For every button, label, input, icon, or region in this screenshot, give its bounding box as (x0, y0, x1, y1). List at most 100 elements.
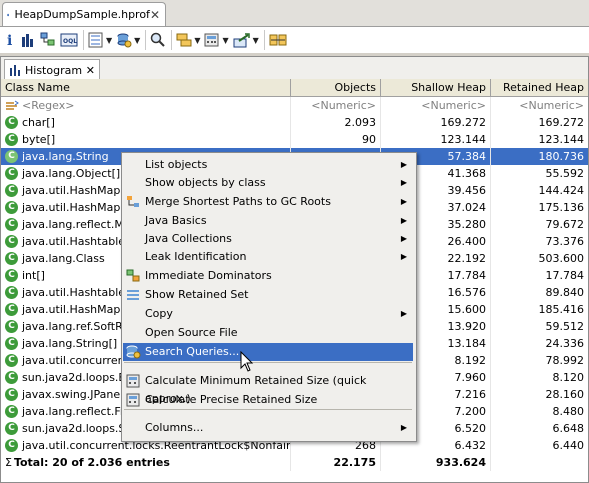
oql-button[interactable]: OQL (60, 30, 78, 50)
chevron-down-icon[interactable]: ▼ (134, 36, 140, 45)
retained-heap-cell: 89.840 (491, 284, 588, 301)
menu-item-java-basics[interactable]: Java Basics ▶ (123, 212, 413, 230)
class-name-cell-text: java.util.Hashtable$ (22, 235, 133, 248)
menu-item-calculate-minimum-retained-size-quick-approx[interactable]: Calculate Minimum Retained Size (quick a… (123, 372, 413, 405)
menu-item-list-objects[interactable]: List objects ▶ (123, 156, 413, 174)
menu-item-search-queries[interactable]: Search Queries... (123, 343, 413, 361)
toolbar-separator (83, 30, 84, 50)
retained-heap-cell-text: 123.144 (538, 133, 585, 146)
column-header-shallow-heap[interactable]: Shallow Heap (381, 79, 491, 96)
dominator-tree-button[interactable] (40, 30, 56, 50)
close-icon[interactable]: ✕ (86, 64, 95, 77)
retained-heap-cell: 59.512 (491, 318, 588, 335)
total-label-cell-text: Total: 20 of 2.036 entries (13, 456, 170, 469)
retained-heap-cell: 123.144 (491, 131, 588, 148)
menu-item-show-retained-set[interactable]: Show Retained Set (123, 286, 413, 304)
submenu-arrow-icon: ▶ (400, 309, 407, 318)
total-objects-cell-text: 22.175 (333, 456, 376, 469)
total-shallow-cell-text: 933.624 (435, 456, 486, 469)
class-name-cell: Cchar[] (1, 114, 291, 131)
shallow-heap-cell: 123.144 (381, 131, 491, 148)
total-shallow-cell: 933.624 (381, 454, 491, 471)
menu-item-open-source-file[interactable]: Open Source File (123, 324, 413, 342)
table-row[interactable]: Cchar[] 2.093 169.272 169.272 (1, 114, 588, 131)
shallow-heap-cell-text: 7.960 (454, 371, 487, 384)
calculator-icon (126, 393, 140, 407)
regex-filter-cell-text: <Regex> (22, 99, 75, 112)
column-header-class-name[interactable]: Class Name (1, 79, 291, 96)
svg-text:i: i (7, 33, 12, 48)
menu-item-label: Columns... (145, 421, 204, 434)
menu-item-copy[interactable]: Copy ▶ (123, 305, 413, 323)
retained-heap-cell-text: 8.480 (552, 405, 585, 418)
shallow-heap-cell-text: 7.200 (454, 405, 487, 418)
retained-heap-cell: 144.424 (491, 182, 588, 199)
chevron-down-icon[interactable]: ▼ (194, 36, 200, 45)
query-browser-icon (126, 345, 141, 359)
menu-item-immediate-dominators[interactable]: Immediate Dominators (123, 267, 413, 285)
submenu-arrow-icon: ▶ (400, 160, 407, 169)
retained-heap-cell: 185.416 (491, 301, 588, 318)
table-header: Class Name Objects Shallow Heap Retained… (1, 79, 588, 97)
menu-item-label: List objects (145, 158, 208, 171)
export-button[interactable]: ▼ (233, 30, 259, 50)
chevron-down-icon[interactable]: ▼ (222, 36, 228, 45)
editor-tab-heapdump[interactable]: HeapDumpSample.hprof ✕ (2, 2, 166, 26)
tab-histogram[interactable]: Histogram ✕ (4, 59, 100, 80)
retained-heap-cell-text: 89.840 (545, 286, 585, 299)
retained-heap-cell-text: 144.424 (538, 184, 585, 197)
compare-button[interactable] (269, 30, 287, 50)
retained-heap-cell-text: 185.416 (538, 303, 585, 316)
class-icon: C (5, 387, 18, 401)
calculator-icon (126, 374, 140, 388)
shallow-heap-cell-text: 15.600 (447, 303, 487, 316)
retained-heap-cell-text: 78.992 (545, 354, 585, 367)
class-name-cell-text: java.lang.Object[] (22, 167, 121, 180)
histogram-icon (10, 65, 20, 76)
menu-item-show-objects-by-class[interactable]: Show objects by class ▶ (123, 174, 413, 192)
menu-item-java-collections[interactable]: Java Collections ▶ (123, 230, 413, 248)
calculate-retained-button[interactable]: ▼ (204, 30, 229, 50)
retained-heap-cell-text: 6.440 (552, 439, 585, 452)
menu-item-leak-identification[interactable]: Leak Identification ▶ (123, 248, 413, 266)
retained-heap-cell-text: 8.120 (552, 371, 585, 384)
info-button[interactable]: i (4, 30, 16, 50)
class-name-cell-text: java.lang.reflect.Me (22, 218, 131, 231)
table-row[interactable]: Cbyte[] 90 123.144 123.144 (1, 131, 588, 148)
total-retained-cell (491, 454, 588, 471)
class-name-cell-text: sun.java2d.loops.Bl (22, 371, 130, 384)
search-button[interactable] (150, 30, 166, 50)
menu-item-merge-shortest-paths-to-gc-roots[interactable]: Merge Shortest Paths to GC Roots ▶ (123, 193, 413, 211)
menu-item-calculate-precise-retained-size[interactable]: Calculate Precise Retained Size (123, 391, 413, 409)
retained-heap-cell-text: 73.376 (545, 235, 585, 248)
class-icon: C (5, 285, 18, 299)
menu-item-label: Leak Identification (145, 250, 247, 263)
class-name-cell-text: java.util.concurrent (22, 354, 129, 367)
group-by-button[interactable]: ▼ (176, 30, 200, 50)
shallow-heap-cell-text: 22.192 (447, 252, 487, 265)
class-icon: C (5, 234, 18, 248)
class-icon: C (5, 302, 18, 316)
column-header-retained-heap[interactable]: Retained Heap (491, 79, 588, 96)
thread-overview-button[interactable]: ▼ (88, 30, 112, 50)
retained-heap-cell: 73.376 (491, 233, 588, 250)
editor-tab-bar: HeapDumpSample.hprof ✕ (0, 0, 589, 27)
query-browser-button[interactable]: ▼ (116, 30, 140, 50)
retained-heap-cell-text: 169.272 (538, 116, 585, 129)
filter-row[interactable]: <Regex> <Numeric> <Numeric> <Numeric> (1, 97, 588, 114)
info-icon: i (7, 33, 12, 48)
chevron-down-icon[interactable]: ▼ (106, 36, 112, 45)
histogram-button[interactable] (20, 30, 36, 50)
menu-separator (124, 409, 412, 410)
regex-filter-cell: <Regex> (1, 97, 291, 114)
class-icon: C (5, 200, 18, 214)
retained-set-icon (127, 290, 139, 300)
close-icon[interactable]: ✕ (150, 8, 160, 22)
shallow-heap-cell-text: 8.192 (454, 354, 487, 367)
chevron-down-icon[interactable]: ▼ (253, 36, 259, 45)
shallow-heap-cell-text: 123.144 (440, 133, 487, 146)
menu-item-columns[interactable]: Columns... ▶ (123, 419, 413, 437)
column-header-objects[interactable]: Objects (291, 79, 381, 96)
shallow-heap-cell-text: 17.784 (447, 269, 487, 282)
menu-item-label: Copy (145, 307, 173, 320)
